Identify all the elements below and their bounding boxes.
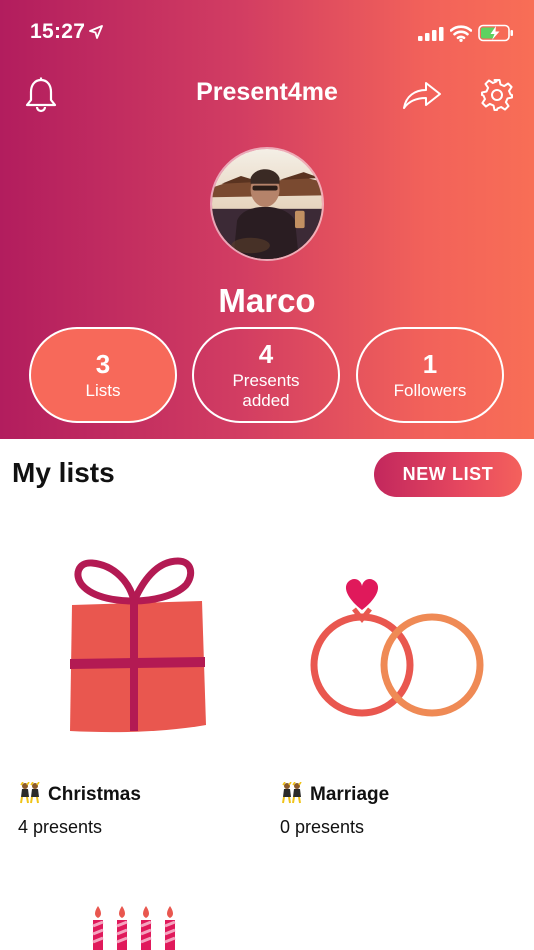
stat-presents-value: 4 [258, 339, 274, 369]
stat-followers-value: 1 [422, 349, 438, 379]
battery-charging-icon [478, 24, 513, 42]
gear-icon[interactable] [480, 78, 514, 112]
gift-icon [70, 557, 206, 733]
profile-header: 15:27 Present4me Marco 3 Lists 4 Present… [0, 0, 534, 439]
list-name-marriage: Marriage [280, 782, 389, 806]
profile-avatar[interactable] [210, 147, 324, 261]
rings-icon [310, 579, 484, 717]
cellular-signal-icon [418, 27, 444, 41]
stat-followers-button[interactable]: 1 Followers [356, 327, 504, 423]
stat-lists-label: Lists [85, 381, 121, 400]
my-lists-heading: My lists [12, 457, 115, 488]
app-title: Present4me [196, 78, 338, 106]
stat-followers-label: Followers [393, 381, 467, 400]
new-list-button[interactable]: NEW LIST [374, 452, 522, 497]
list-card-christmas[interactable]: Christmas 4 presents [0, 515, 260, 845]
status-time: 15:27 [30, 20, 86, 43]
stat-presents-button[interactable]: 4 Presents added [192, 327, 340, 423]
dancers-emoji-icon [282, 782, 302, 804]
stat-lists-value: 3 [95, 349, 111, 379]
dancers-emoji-icon [20, 782, 40, 804]
list-name-marriage-text: Marriage [310, 784, 390, 805]
list-name-christmas-text: Christmas [48, 784, 141, 805]
list-count-christmas: 4 presents [18, 817, 103, 837]
list-card-marriage[interactable]: Marriage 0 presents [262, 515, 522, 845]
list-count-marriage: 0 presents [280, 817, 365, 837]
share-icon[interactable] [402, 79, 442, 111]
birthday-candles-icon [92, 906, 176, 950]
list-name-christmas: Christmas [18, 782, 141, 806]
list-card-birthday[interactable] [0, 890, 260, 950]
profile-name: Marco [218, 282, 316, 319]
location-arrow-icon [89, 25, 103, 39]
status-bar: 15:27 [0, 0, 534, 66]
wifi-icon [450, 25, 472, 42]
stat-lists-button[interactable]: 3 Lists [29, 327, 177, 423]
avatar-photo [212, 149, 322, 259]
stat-presents-label: Presents added [232, 371, 300, 410]
